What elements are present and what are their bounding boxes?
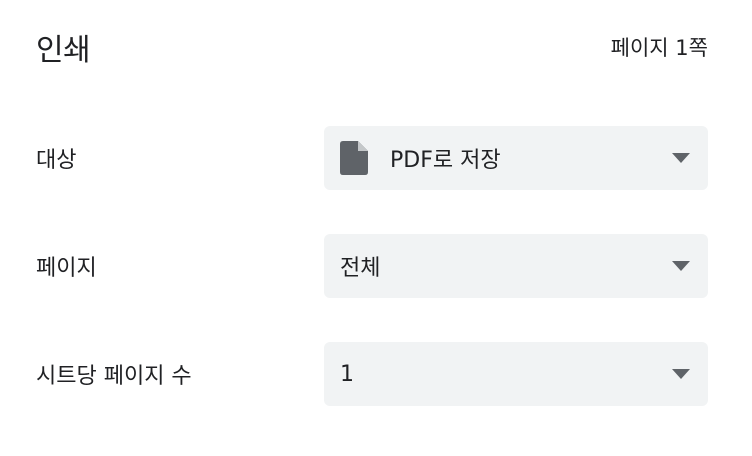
destination-value: PDF로 저장: [390, 148, 501, 173]
chevron-down-icon: [672, 369, 690, 379]
print-header: 인쇄 페이지 1쪽: [36, 22, 708, 72]
pages-label: 페이지: [36, 256, 97, 281]
pages-value: 전체: [340, 256, 381, 281]
destination-row: 대상 PDF로 저장: [36, 126, 708, 190]
chevron-down-icon: [672, 153, 690, 163]
pages-per-sheet-value: 1: [340, 361, 354, 387]
destination-label: 대상: [36, 148, 77, 173]
print-title: 인쇄: [36, 33, 91, 68]
pages-per-sheet-label: 시트당 페이지 수: [36, 364, 192, 389]
pages-per-sheet-select[interactable]: 1: [324, 342, 708, 406]
pages-per-sheet-row: 시트당 페이지 수 1: [36, 342, 708, 406]
page-count: 페이지 1쪽: [610, 36, 708, 60]
chevron-down-icon: [672, 261, 690, 271]
file-icon: [340, 141, 368, 175]
pages-row: 페이지 전체: [36, 234, 708, 298]
pages-select[interactable]: 전체: [324, 234, 708, 298]
destination-select[interactable]: PDF로 저장: [324, 126, 708, 190]
